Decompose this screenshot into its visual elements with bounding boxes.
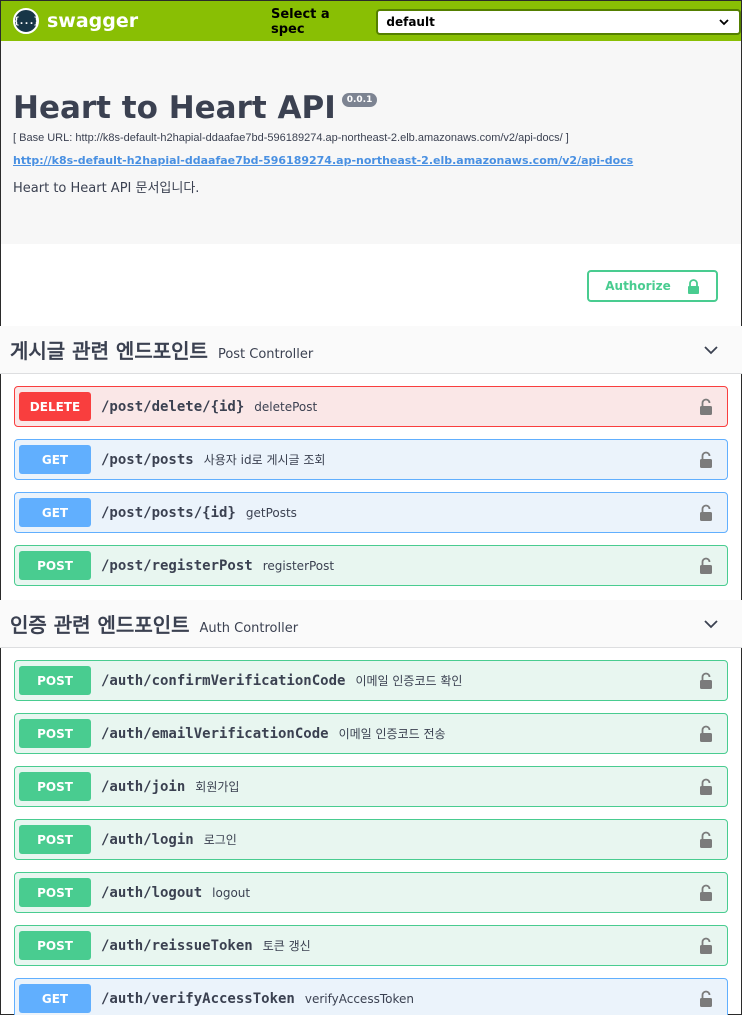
operation-row[interactable]: GET /post/posts/{id} getPosts (14, 492, 728, 533)
operation-row[interactable]: DELETE /post/delete/{id} deletePost (14, 386, 728, 427)
swagger-logo[interactable]: {...} swagger (13, 8, 138, 34)
operation-row[interactable]: POST /auth/confirmVerificationCode 이메일 인… (14, 660, 728, 701)
api-description: Heart to Heart API 문서입니다. (13, 181, 200, 196)
lock-icon[interactable] (699, 937, 713, 954)
lock-icon[interactable] (699, 778, 713, 795)
lock-icon[interactable] (699, 504, 713, 521)
operation-summary: getPosts (245, 505, 297, 520)
operation-row[interactable]: POST /auth/logout logout (14, 872, 728, 913)
topbar: {...} swagger Select a spec default (1, 1, 741, 41)
operation-summary: 이메일 인증코드 확인 (355, 674, 463, 688)
method-badge: POST (19, 551, 91, 580)
lock-icon[interactable] (699, 398, 713, 415)
operation-summary: logout (212, 885, 251, 900)
method-badge: POST (19, 666, 91, 695)
lock-icon (687, 278, 699, 294)
spec-label: Select a spec (271, 7, 330, 37)
operation-summary: 사용자 id로 게시글 조회 (203, 453, 326, 467)
operation-row[interactable]: POST /auth/reissueToken 토큰 갱신 (14, 925, 728, 966)
operation-path: /auth/reissueToken (101, 937, 253, 954)
operation-summary: deletePost (254, 399, 318, 414)
operation-row[interactable]: GET /post/posts 사용자 id로 게시글 조회 (14, 439, 728, 480)
authorize-wrapper: Authorize (1, 244, 741, 326)
chevron-down-icon (704, 619, 718, 628)
lock-icon[interactable] (699, 831, 713, 848)
lock-icon[interactable] (699, 725, 713, 742)
operation-path: /post/delete/{id} (101, 398, 245, 415)
operation-summary: 토큰 갱신 (262, 939, 311, 953)
lock-icon[interactable] (699, 451, 713, 468)
operation-path: /auth/logout (101, 884, 203, 901)
page-title: Heart to Heart API (13, 90, 336, 126)
operation-row[interactable]: POST /auth/join 회원가입 (14, 766, 728, 807)
operation-summary: 로그인 (203, 833, 237, 847)
tag-operations-auth: POST /auth/confirmVerificationCode 이메일 인… (1, 660, 741, 1015)
info-section: Heart to Heart API 0.0.1 [ Base URL: htt… (1, 41, 741, 244)
api-docs-link[interactable]: http://k8s-default-h2hapial-ddaafae7bd-5… (13, 154, 729, 167)
method-badge: GET (19, 445, 91, 474)
method-badge: POST (19, 772, 91, 801)
method-badge: DELETE (19, 392, 91, 421)
operation-summary: registerPost (262, 558, 335, 573)
chevron-down-icon (704, 345, 718, 354)
operation-summary: 회원가입 (195, 780, 240, 794)
method-badge: GET (19, 984, 91, 1013)
operation-summary: 이메일 인증코드 전송 (338, 727, 446, 741)
operation-path: /auth/login (101, 831, 194, 848)
spec-selector: Select a spec default (271, 7, 741, 37)
operation-path: /auth/verifyAccessToken (101, 990, 295, 1007)
tag-description: Post Controller (217, 347, 314, 362)
operation-row[interactable]: POST /post/registerPost registerPost (14, 545, 728, 586)
lock-icon[interactable] (699, 557, 713, 574)
swagger-logo-icon: {...} (13, 8, 40, 34)
method-badge: POST (19, 878, 91, 907)
tag-name: 게시글 관련 엔드포인트 (10, 339, 208, 363)
lock-icon[interactable] (699, 990, 713, 1007)
tag-operations-post: DELETE /post/delete/{id} deletePost GET … (1, 386, 741, 586)
authorize-button[interactable]: Authorize (587, 270, 718, 302)
operation-path: /auth/emailVerificationCode (101, 725, 329, 742)
operation-path: /post/registerPost (101, 557, 253, 574)
operation-row[interactable]: GET /auth/verifyAccessToken verifyAccess… (14, 978, 728, 1015)
method-badge: GET (19, 498, 91, 527)
chevron-down-icon (719, 19, 729, 26)
operation-row[interactable]: POST /auth/login 로그인 (14, 819, 728, 860)
tag-description: Auth Controller (199, 621, 299, 636)
operation-summary: verifyAccessToken (304, 991, 414, 1006)
operation-path: /post/posts (101, 451, 194, 468)
tag-header-post[interactable]: 게시글 관련 엔드포인트 Post Controller (0, 326, 742, 374)
operation-path: /auth/confirmVerificationCode (101, 672, 346, 689)
logo-text: swagger (47, 10, 139, 32)
lock-icon[interactable] (699, 884, 713, 901)
authorize-label: Authorize (605, 279, 671, 293)
tag-name: 인증 관련 엔드포인트 (10, 613, 190, 637)
operation-row[interactable]: POST /auth/emailVerificationCode 이메일 인증코… (14, 713, 728, 754)
tag-header-auth[interactable]: 인증 관련 엔드포인트 Auth Controller (0, 600, 742, 648)
operation-path: /post/posts/{id} (101, 504, 236, 521)
method-badge: POST (19, 825, 91, 854)
method-badge: POST (19, 931, 91, 960)
method-badge: POST (19, 719, 91, 748)
spec-select[interactable]: default (376, 9, 741, 35)
base-url: [ Base URL: http://k8s-default-h2hapial-… (13, 132, 569, 144)
version-badge: 0.0.1 (341, 93, 378, 107)
operation-path: /auth/join (101, 778, 186, 795)
lock-icon[interactable] (699, 672, 713, 689)
spec-select-value: default (386, 15, 435, 29)
